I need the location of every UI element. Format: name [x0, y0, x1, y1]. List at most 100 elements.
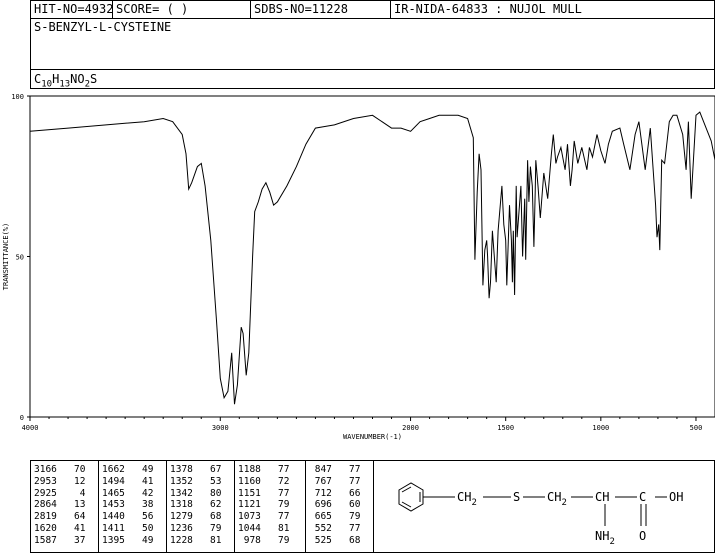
- peak-wavenumber: 1044: [238, 523, 261, 534]
- peak-wavenumber: 1378: [170, 464, 193, 475]
- peak-wavenumber: 1073: [238, 511, 261, 523]
- peak-transmittance: 77: [260, 487, 290, 499]
- peak-transmittance: 72: [260, 475, 290, 487]
- peak-transmittance: 64: [56, 511, 86, 523]
- amino-label: NH2: [595, 529, 615, 547]
- sulfur-label: S: [513, 490, 520, 504]
- peak-table-row: 2953 12: [34, 476, 94, 488]
- peak-wavenumber: 1453: [102, 499, 125, 511]
- peak-transmittance: 79: [192, 523, 222, 534]
- ch2-group-label: CH2: [457, 490, 477, 508]
- peak-table-row: 1121 79: [238, 499, 301, 511]
- x-tick-label: 1000: [592, 424, 609, 432]
- peak-table-row: 978 79: [238, 535, 301, 547]
- peak-wavenumber: 665: [309, 511, 332, 523]
- peak-wavenumber: 1236: [170, 523, 193, 534]
- peak-transmittance: 62: [192, 499, 222, 511]
- peak-table-row: 1188 77: [238, 464, 301, 476]
- peak-table-row: 3166 70: [34, 464, 94, 476]
- peak-table-row: 1662 49: [102, 464, 162, 476]
- peak-table-row: 1440 56: [102, 511, 162, 523]
- x-tick-label: 500: [690, 424, 703, 432]
- peak-wavenumber: 1228: [170, 534, 193, 546]
- peak-wavenumber: 712: [309, 487, 332, 499]
- peak-transmittance: 41: [56, 523, 86, 534]
- peak-table-row: 1395 49: [102, 535, 162, 547]
- peak-wavenumber: 1411: [102, 523, 125, 534]
- peak-transmittance: 77: [331, 523, 361, 534]
- ch2-group-label: CH2: [547, 490, 567, 508]
- peak-wavenumber: 1121: [238, 499, 261, 511]
- peak-wavenumber: 1352: [170, 475, 193, 487]
- peak-table-row: 1453 38: [102, 499, 162, 511]
- peak-wavenumber: 1587: [34, 534, 57, 546]
- peak-wavenumber: 1395: [102, 534, 125, 546]
- peak-transmittance: 80: [192, 487, 222, 499]
- peak-wavenumber: 2864: [34, 499, 57, 511]
- peak-transmittance: 81: [192, 534, 222, 546]
- peak-table-row: 2925 4: [34, 488, 94, 500]
- y-tick-label: 100: [11, 93, 24, 101]
- peak-wavenumber: 2953: [34, 475, 57, 487]
- table-column-divider: [98, 460, 99, 553]
- peak-wavenumber: 978: [238, 534, 261, 546]
- peak-table-row: 1279 68: [170, 511, 230, 523]
- peak-table-row: 1411 50: [102, 523, 162, 535]
- peak-table-row: 525 68: [309, 535, 369, 547]
- carbon-label: C: [639, 490, 646, 504]
- peak-transmittance: 79: [260, 499, 290, 511]
- peak-table-row: 696 60: [309, 499, 369, 511]
- plot-frame: [29, 95, 715, 418]
- peak-wavenumber: 3166: [34, 464, 57, 475]
- peak-table-row: 847 77: [309, 464, 369, 476]
- peak-transmittance: 81: [260, 523, 290, 534]
- peak-transmittance: 49: [124, 534, 154, 546]
- peak-transmittance: 42: [124, 487, 154, 499]
- peak-wavenumber: 1440: [102, 511, 125, 523]
- table-column-divider: [373, 460, 374, 553]
- table-column-divider: [305, 460, 306, 553]
- peak-wavenumber: 2819: [34, 511, 57, 523]
- peak-transmittance: 70: [56, 464, 86, 475]
- peak-table-row: 2819 64: [34, 511, 94, 523]
- peak-transmittance: 77: [260, 464, 290, 475]
- ir-spectrum-chart: 0 50 100 4000 3000 2000 1500 1000 500 WAVENUMBER(…: [2, 93, 715, 441]
- peak-wavenumber: 2925: [34, 487, 57, 499]
- peak-wavenumber: 767: [309, 475, 332, 487]
- peak-transmittance: 68: [331, 534, 361, 546]
- peak-transmittance: 50: [124, 523, 154, 534]
- peak-table-row: 1620 41: [34, 523, 94, 535]
- peak-table-row: 2864 13: [34, 499, 94, 511]
- peak-transmittance: 79: [260, 534, 290, 546]
- peak-table-row: 665 79: [309, 511, 369, 523]
- peak-transmittance: 4: [56, 487, 86, 499]
- peak-wavenumber: 552: [309, 523, 332, 534]
- peak-wavenumber: 525: [309, 534, 332, 546]
- peak-table-row: 552 77: [309, 523, 369, 535]
- ch-label: CH: [595, 490, 609, 504]
- peak-table-row: 1587 37: [34, 535, 94, 547]
- peak-wavenumber: 1160: [238, 475, 261, 487]
- peak-wavenumber: 847: [309, 464, 332, 475]
- hydroxyl-label: OH: [669, 490, 683, 504]
- peak-table-row: 1318 62: [170, 499, 230, 511]
- peak-table-row: 1073 77: [238, 511, 301, 523]
- spectrum-line: [29, 111, 715, 405]
- peak-transmittance: 67: [192, 464, 222, 475]
- x-tick-label: 3000: [212, 424, 229, 432]
- peak-table-row: 767 77: [309, 476, 369, 488]
- oxygen-label: O: [639, 529, 646, 543]
- peak-wavenumber: 1620: [34, 523, 57, 534]
- y-axis-label: TRANSMITTANCE(%): [2, 223, 10, 290]
- peak-table-row: 1151 77: [238, 488, 301, 500]
- peak-table-row: 1494 41: [102, 476, 162, 488]
- peak-transmittance: 68: [192, 511, 222, 523]
- peak-transmittance: 53: [192, 475, 222, 487]
- peak-transmittance: 12: [56, 475, 86, 487]
- peak-transmittance: 38: [124, 499, 154, 511]
- peak-transmittance: 66: [331, 487, 361, 499]
- peak-wavenumber: 1662: [102, 464, 125, 475]
- table-column-divider: [234, 460, 235, 553]
- peak-wavenumber: 1494: [102, 475, 125, 487]
- peak-table-row: 1342 80: [170, 488, 230, 500]
